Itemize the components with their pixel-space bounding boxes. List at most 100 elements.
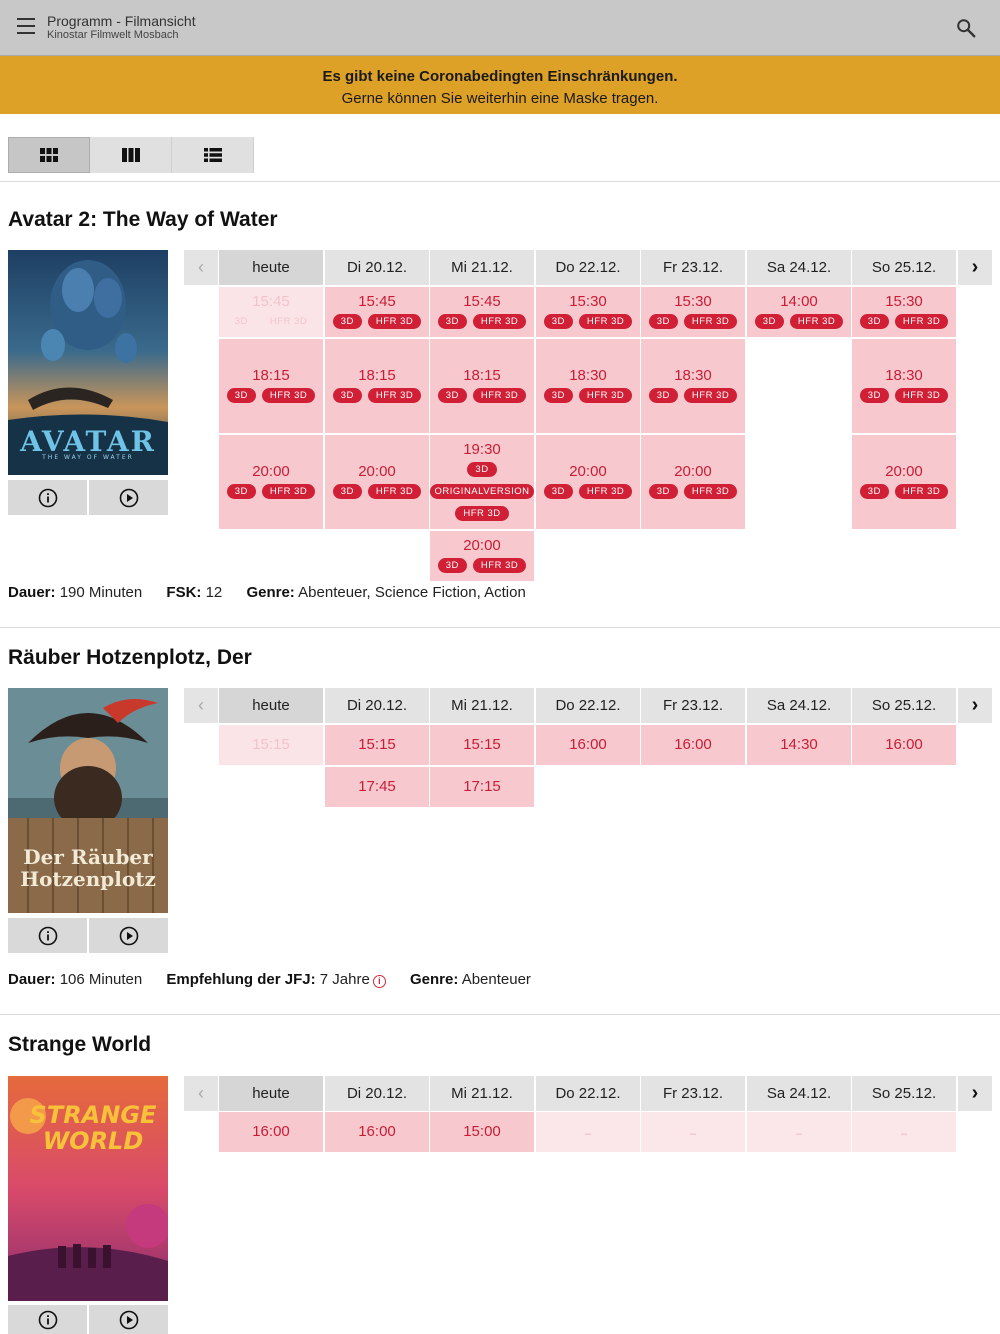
showtime-slot[interactable]: 17:15: [430, 767, 534, 807]
day-header[interactable]: So 25.12.: [852, 688, 956, 723]
next-days-button[interactable]: ›: [958, 250, 992, 285]
showtime-slot[interactable]: 20:00 3D HFR 3D: [430, 531, 534, 581]
day-header[interactable]: Mi 21.12.: [430, 250, 534, 285]
menu-icon[interactable]: [17, 18, 39, 36]
showtime-slot[interactable]: 18:30 3D HFR 3D: [536, 339, 640, 433]
page-title: Programm - Filmansicht: [47, 13, 196, 29]
day-header[interactable]: Do 22.12.: [536, 250, 640, 285]
next-days-button[interactable]: ›: [958, 1076, 992, 1111]
film-title[interactable]: Strange World: [8, 1033, 151, 1057]
day-header[interactable]: Do 22.12.: [536, 1076, 640, 1111]
jfj-info-icon[interactable]: i: [372, 975, 386, 988]
day-header[interactable]: heute: [219, 688, 323, 723]
day-header[interactable]: Sa 24.12.: [747, 250, 851, 285]
divider: [0, 627, 1000, 628]
columns-view-icon: [121, 148, 140, 162]
film-trailer-button[interactable]: [89, 480, 168, 515]
showtime-slot[interactable]: 19:30 3D ORIGINALVERSION HFR 3D: [429, 435, 535, 529]
3d-tag: 3D: [226, 314, 256, 329]
film-poster[interactable]: Der Räuber Hotzenplotz: [8, 688, 168, 913]
film-info-button[interactable]: [8, 1305, 87, 1334]
day-header[interactable]: Sa 24.12.: [747, 688, 851, 723]
info-icon: [38, 488, 57, 507]
day-header[interactable]: Fr 23.12.: [641, 1076, 745, 1111]
day-header[interactable]: Di 20.12.: [325, 250, 429, 285]
showtime-slot[interactable]: 15:15: [430, 725, 534, 765]
chevron-right-icon: ›: [971, 1082, 979, 1104]
showtime-slot[interactable]: 15:30 3D HFR 3D: [536, 287, 640, 337]
poster-wordmark: Der Räuber Hotzenplotz: [20, 845, 156, 891]
next-days-button[interactable]: ›: [958, 688, 992, 723]
info-icon: [38, 926, 57, 945]
showtime-slot[interactable]: 20:00 3D HFR 3D: [852, 435, 956, 529]
showtime-slot[interactable]: 18:30 3D HFR 3D: [852, 339, 956, 433]
showtime-slot[interactable]: 16:00: [536, 725, 640, 765]
play-icon: [119, 1310, 138, 1329]
showtime-slot[interactable]: 15:45 3D HFR 3D: [430, 287, 534, 337]
film-trailer-button[interactable]: [89, 1305, 168, 1334]
day-header[interactable]: Mi 21.12.: [430, 688, 534, 723]
day-header[interactable]: Fr 23.12.: [641, 688, 745, 723]
film-info-button[interactable]: [8, 918, 87, 953]
search-icon[interactable]: [955, 17, 977, 39]
day-header[interactable]: Sa 24.12.: [747, 1076, 851, 1111]
day-header[interactable]: So 25.12.: [852, 250, 956, 285]
showtime-slot[interactable]: 18:15 3D HFR 3D: [430, 339, 534, 433]
showtime-slot[interactable]: 17:45: [325, 767, 429, 807]
showtime-slot: 15:45 3D HFR 3D: [219, 287, 323, 337]
showtime-slot[interactable]: 18:15 3D HFR 3D: [325, 339, 429, 433]
empty-slot: –: [536, 1112, 640, 1152]
showtime-slot[interactable]: 15:45 3D HFR 3D: [325, 287, 429, 337]
grid-view-button[interactable]: [8, 137, 90, 173]
day-header[interactable]: heute: [219, 1076, 323, 1111]
showtime-slot[interactable]: 14:30: [747, 725, 851, 765]
prev-days-button[interactable]: ‹: [184, 250, 218, 285]
showtime-slot[interactable]: 20:00 3D HFR 3D: [325, 435, 429, 529]
day-header[interactable]: So 25.12.: [852, 1076, 956, 1111]
film-title[interactable]: Avatar 2: The Way of Water: [8, 208, 278, 232]
showtime-slot[interactable]: 15:30 3D HFR 3D: [641, 287, 745, 337]
film-info-button[interactable]: [8, 480, 87, 515]
prev-days-button[interactable]: ‹: [184, 688, 218, 723]
ov-tag: ORIGINALVERSION: [429, 484, 535, 499]
cinema-name: Kinostar Filmwelt Mosbach: [47, 29, 179, 41]
prev-days-button[interactable]: ‹: [184, 1076, 218, 1111]
showtime-slot[interactable]: 20:00 3D HFR 3D: [219, 435, 323, 529]
title-block: Programm - Filmansicht Kinostar Filmwelt…: [47, 13, 196, 42]
columns-view-button[interactable]: [90, 137, 172, 173]
showtime-slot[interactable]: 15:15: [325, 725, 429, 765]
showtime-slot[interactable]: 15:30 3D HFR 3D: [852, 287, 956, 337]
chevron-right-icon: ›: [971, 256, 979, 278]
showtime-slot[interactable]: 14:00 3D HFR 3D: [747, 287, 851, 337]
film-poster[interactable]: STRANGE WORLD: [8, 1076, 168, 1301]
film-meta: Dauer: 106 Minuten Empfehlung der JFJ: 7…: [8, 971, 531, 988]
showtime-slot[interactable]: 16:00: [325, 1112, 429, 1152]
view-toggle: [8, 137, 254, 173]
duration-value: 106 Minuten: [59, 971, 143, 988]
list-view-button[interactable]: [172, 137, 254, 173]
day-header[interactable]: Di 20.12.: [325, 1076, 429, 1111]
showtime-slot[interactable]: 20:00 3D HFR 3D: [536, 435, 640, 529]
day-header[interactable]: Do 22.12.: [536, 688, 640, 723]
grid-view-icon: [40, 148, 58, 162]
day-header[interactable]: Fr 23.12.: [641, 250, 745, 285]
showtime-slot[interactable]: 18:30 3D HFR 3D: [641, 339, 745, 433]
hfr3d-tag: HFR 3D: [261, 314, 316, 329]
play-icon: [119, 926, 138, 945]
showtime-slot[interactable]: 16:00: [641, 725, 745, 765]
film-poster[interactable]: AVATAR THE WAY OF WATER: [8, 250, 168, 475]
film-title[interactable]: Räuber Hotzenplotz, Der: [8, 646, 252, 670]
fsk-value: 12: [205, 584, 223, 601]
divider: [0, 1014, 1000, 1015]
film-trailer-button[interactable]: [89, 918, 168, 953]
showtime-slot[interactable]: 16:00: [852, 725, 956, 765]
day-header[interactable]: Mi 21.12.: [430, 1076, 534, 1111]
showtime-slot[interactable]: 20:00 3D HFR 3D: [641, 435, 745, 529]
banner-line-1: Es gibt keine Coronabedingten Einschränk…: [322, 68, 678, 85]
showtime-slot[interactable]: 16:00: [219, 1112, 323, 1152]
day-header[interactable]: Di 20.12.: [325, 688, 429, 723]
day-header[interactable]: heute: [219, 250, 323, 285]
showtime-slot[interactable]: 18:15 3D HFR 3D: [219, 339, 323, 433]
info-banner: Es gibt keine Coronabedingten Einschränk…: [0, 56, 1000, 114]
showtime-slot[interactable]: 15:00: [430, 1112, 534, 1152]
